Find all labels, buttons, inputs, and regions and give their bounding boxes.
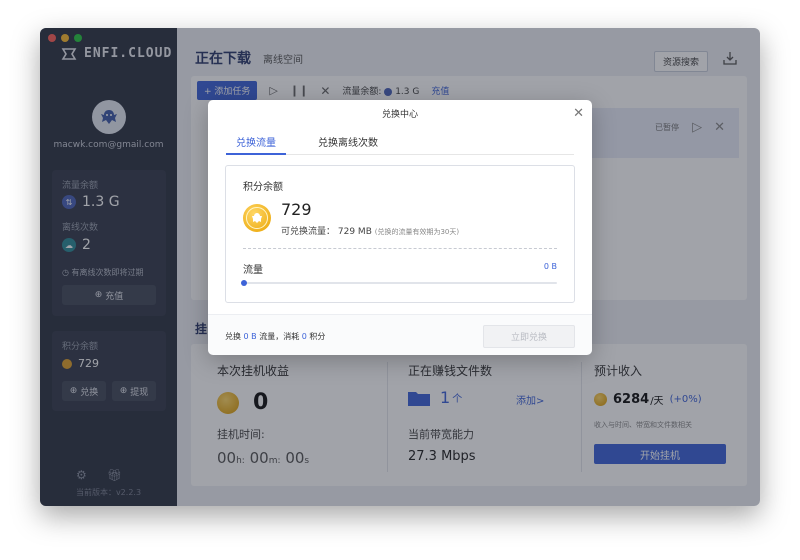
points-balance-label: 积分余额 [243,182,283,193]
flow-label: 流量 [243,265,263,276]
dialog-title: 兑换中心 [381,110,418,120]
summary-cost: 0 [301,332,307,341]
exchange-dialog: 兑换中心 ✕ 兑换流量 兑换离线次数 积分余额 729 可兑换流量： 729 M… [208,100,592,355]
summary-suffix: 积分 [309,332,326,341]
summary-middle: 流量，消耗 [259,332,300,341]
summary-prefix: 兑换 [225,332,241,341]
exchangeable-traffic: 可兑换流量： 729 MB (兑换的流量有效期为30天) [281,224,459,237]
tab-exchange-traffic[interactable]: 兑换流量 [226,134,286,155]
exchangeable-value: 729 MB [337,227,372,237]
exchange-now-button[interactable]: 立即兑换 [483,325,575,348]
flow-value: 0 B [543,262,557,271]
exchangeable-label: 可兑换流量： [281,227,336,237]
close-icon[interactable]: ✕ [573,106,584,121]
points-balance-value: 729 [281,200,312,219]
coin-bird-icon [246,207,268,229]
dashed-divider [243,248,557,249]
flow-slider[interactable] [241,280,557,286]
dialog-tabs: 兑换流量 兑换离线次数 [226,134,574,155]
dialog-footer: 兑换 0 B 流量，消耗 0 积分 立即兑换 [208,314,592,355]
tab-exchange-offline[interactable]: 兑换离线次数 [308,134,388,153]
slider-handle[interactable] [241,280,247,286]
exchange-summary: 兑换 0 B 流量，消耗 0 积分 [225,331,325,342]
validity-note: (兑换的流量有效期为30天) [374,228,460,236]
summary-amount: 0 B [243,332,257,341]
exchange-box: 积分余额 729 可兑换流量： 729 MB (兑换的流量有效期为30天) 流量… [225,165,575,303]
coin-icon [243,204,271,232]
